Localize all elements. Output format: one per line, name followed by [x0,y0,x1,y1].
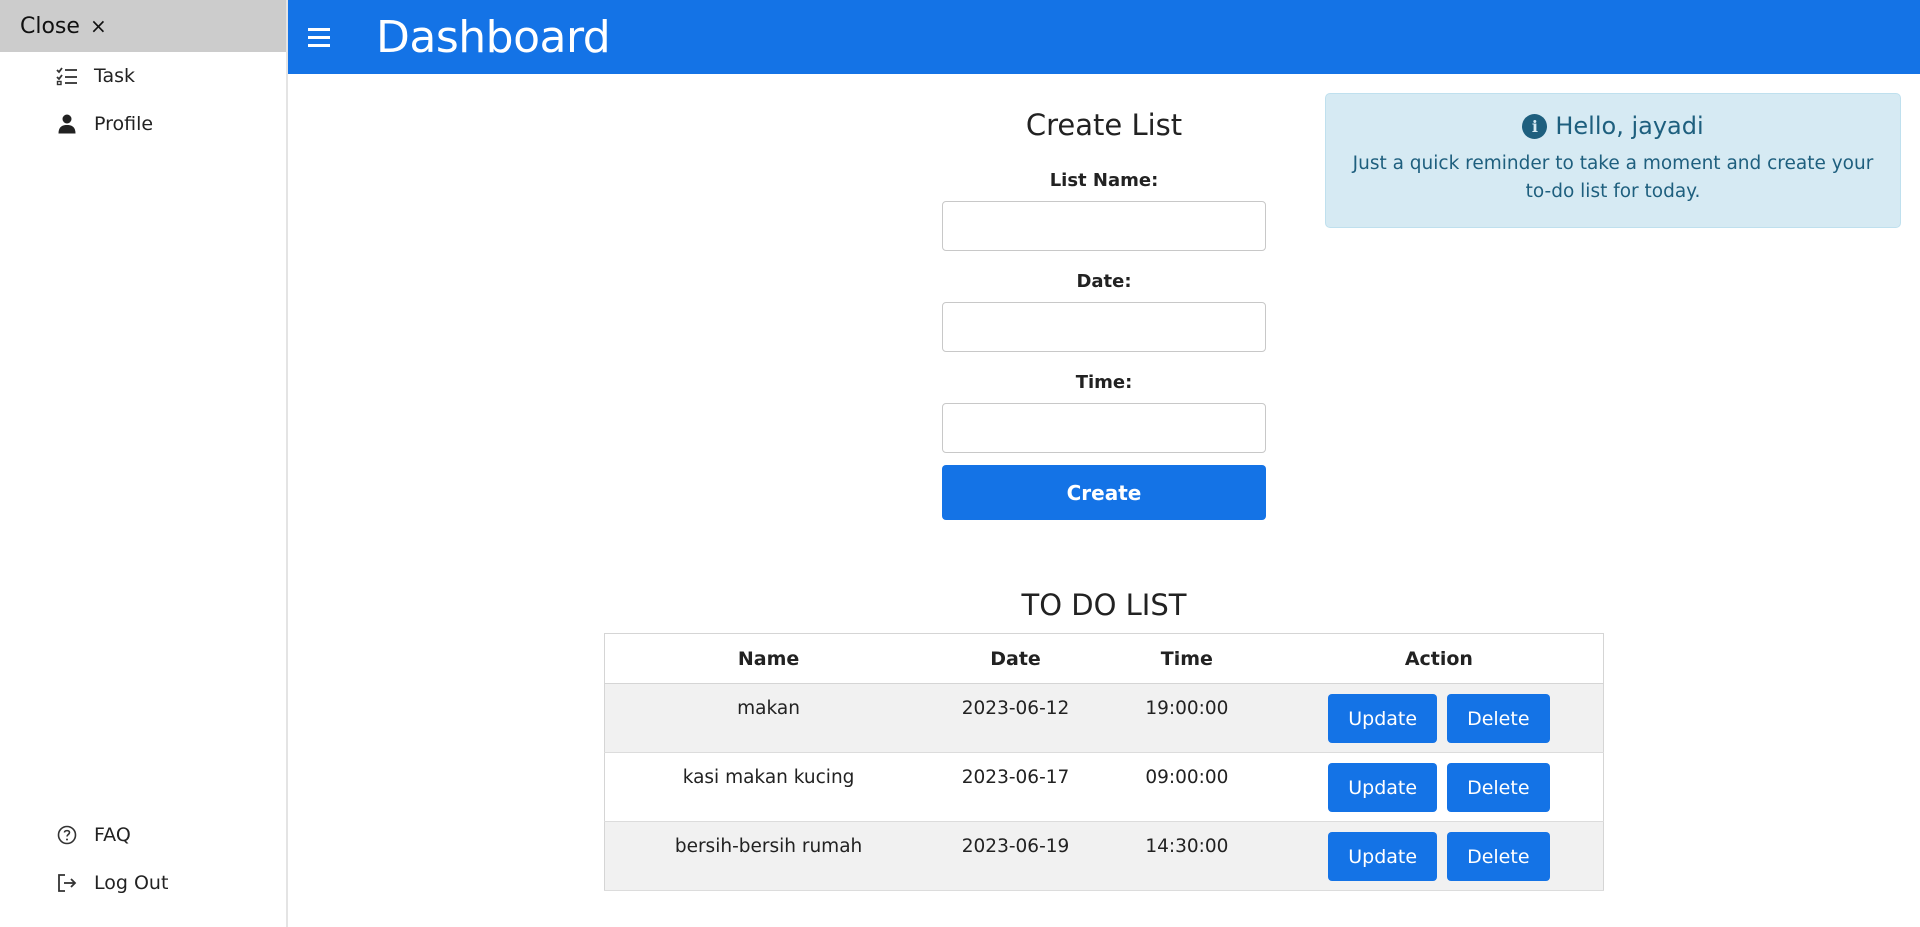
question-circle-icon [56,824,78,846]
alert-title: i Hello, jayadi [1326,112,1900,140]
update-button[interactable]: Update [1328,694,1438,743]
cell-name: bersih-bersih rumah [604,821,933,891]
update-button[interactable]: Update [1328,832,1438,881]
close-label: Close [20,13,80,39]
sidebar-item-label: Log Out [94,872,169,894]
cell-action: Update Delete [1274,683,1604,753]
todo-table: Name Date Time Action makan 2023-06-12 1… [604,633,1604,891]
cell-time: 19:00:00 [1098,683,1275,753]
cell-action: Update Delete [1274,752,1604,822]
date-label: Date: [1076,271,1132,292]
delete-button[interactable]: Delete [1447,832,1550,881]
close-sidebar-button[interactable]: Close × [0,0,286,52]
form-title: Create List [1025,108,1183,142]
person-icon [56,113,78,135]
sidebar-item-label: Profile [94,113,154,135]
time-label: Time: [1075,372,1133,393]
alert-title-text: Hello, jayadi [1555,112,1704,140]
sidebar-item-task[interactable]: Task [0,52,286,100]
todo-title: TO DO LIST [1021,588,1187,622]
sidebar-item-logout[interactable]: Log Out [0,859,286,907]
sidebar-item-label: FAQ [94,824,131,846]
column-header-name: Name [604,633,933,684]
alert-message: Just a quick reminder to take a moment a… [1352,153,1874,202]
info-circle-icon: i [1522,113,1548,139]
cell-name: kasi makan kucing [604,752,933,822]
column-header-action: Action [1274,633,1604,684]
column-header-date: Date [932,633,1099,684]
table-row: kasi makan kucing 2023-06-17 09:00:00 Up… [604,752,1604,822]
close-icon: × [89,14,107,38]
cell-action: Update Delete [1274,821,1604,891]
list-name-label: List Name: [1049,170,1159,191]
sidebar-item-label: Task [94,65,136,87]
create-button[interactable]: Create [942,465,1266,520]
cell-date: 2023-06-12 [932,683,1099,753]
cell-time: 14:30:00 [1098,821,1275,891]
sidebar-item-profile[interactable]: Profile [0,100,286,148]
delete-button[interactable]: Delete [1447,694,1550,743]
task-list-icon [56,65,78,87]
cell-date: 2023-06-19 [932,821,1099,891]
create-list-form: Create List List Name: Date: Time: Creat… [942,108,1266,520]
cell-date: 2023-06-17 [932,752,1099,822]
sidebar: Close × Task Profile FAQ Log Out [0,0,288,927]
table-row: makan 2023-06-12 19:00:00 Update Delete [604,683,1604,753]
delete-button[interactable]: Delete [1447,763,1550,812]
greeting-alert: i Hello, jayadi Just a quick reminder to… [1325,93,1901,228]
list-name-input[interactable] [942,201,1266,251]
table-header-row: Name Date Time Action [604,633,1604,684]
table-row: bersih-bersih rumah 2023-06-19 14:30:00 … [604,821,1604,891]
sidebar-item-faq[interactable]: FAQ [0,811,286,859]
top-header: Dashboard [288,0,1920,74]
sidebar-bottom: FAQ Log Out [0,811,286,927]
cell-name: makan [604,683,933,753]
hamburger-icon[interactable] [308,20,342,54]
column-header-time: Time [1098,633,1275,684]
update-button[interactable]: Update [1328,763,1438,812]
time-input[interactable] [942,403,1266,453]
date-input[interactable] [942,302,1266,352]
page-title: Dashboard [376,11,611,63]
cell-time: 09:00:00 [1098,752,1275,822]
logout-icon [56,872,78,894]
